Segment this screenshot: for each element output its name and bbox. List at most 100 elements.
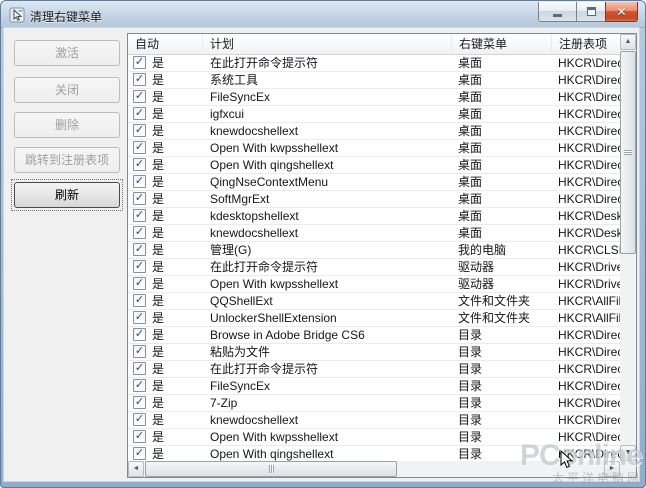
table-row[interactable]: ✓ 是 SoftMgrExt 桌面 HKCR\Direct — [128, 191, 620, 208]
scroll-right-button[interactable]: ► — [604, 461, 620, 477]
registry-cell: HKCR\Direct — [558, 90, 620, 104]
checkbox[interactable]: ✓ — [133, 226, 146, 239]
checkbox[interactable]: ✓ — [133, 124, 146, 137]
table-row[interactable]: ✓ 是 QQShellExt 文件和文件夹 HKCR\AllFiles — [128, 293, 620, 310]
context-menu-cell: 桌面 — [458, 141, 483, 155]
plan-cell: Browse in Adobe Bridge CS6 — [210, 328, 365, 342]
close-item-button[interactable]: 关闭 — [14, 77, 120, 103]
registry-cell: HKCR\CLSID\ — [558, 243, 620, 257]
app-window: 清理右键菜单 ✕ 激活 关闭 删除 跳转到注册表项 刷新 自动 计划 右键菜单 — [0, 0, 646, 488]
context-menu-cell: 目录 — [458, 328, 483, 342]
table-row[interactable]: ✓ 是 knewdocshellext 目录 HKCR\Direct — [128, 412, 620, 429]
table-row[interactable]: ✓ 是 粘贴为文件 目录 HKCR\Direct — [128, 344, 620, 361]
table-row[interactable]: ✓ 是 QingNseContextMenu 桌面 HKCR\Direct — [128, 174, 620, 191]
refresh-button[interactable]: 刷新 — [11, 179, 123, 211]
context-menu-cell: 文件和文件夹 — [458, 311, 531, 325]
checkbox[interactable]: ✓ — [133, 73, 146, 86]
table-row[interactable]: ✓ 是 系统工具 桌面 HKCR\Direct — [128, 72, 620, 89]
auto-cell: 是 — [152, 328, 165, 342]
context-menu-cell: 桌面 — [458, 124, 483, 138]
checkbox[interactable]: ✓ — [133, 396, 146, 409]
checkbox[interactable]: ✓ — [133, 345, 146, 358]
minimize-icon — [553, 14, 562, 17]
scroll-left-button[interactable]: ◄ — [128, 461, 144, 477]
context-menu-cell: 驱动器 — [458, 260, 495, 274]
table-row[interactable]: ✓ 是 kdesktopshellext 桌面 HKCR\Deskto — [128, 208, 620, 225]
context-menu-cell: 目录 — [458, 430, 483, 444]
table-row[interactable]: ✓ 是 FileSyncEx 桌面 HKCR\Direct — [128, 89, 620, 106]
checkbox[interactable]: ✓ — [133, 209, 146, 222]
minimize-button[interactable] — [538, 2, 577, 22]
table-row[interactable]: ✓ 是 Open With kwpsshellext 目录 HKCR\Direc… — [128, 429, 620, 446]
table-row[interactable]: ✓ 是 7-Zip 目录 HKCR\Direct — [128, 395, 620, 412]
plan-cell: igfxcui — [210, 107, 245, 121]
checkbox[interactable]: ✓ — [133, 447, 146, 460]
horizontal-scroll-thumb[interactable] — [145, 461, 397, 477]
auto-cell: 是 — [152, 294, 165, 308]
vertical-scrollbar[interactable]: ▲ ▼ — [620, 34, 636, 461]
registry-cell: HKCR\Direct — [558, 175, 620, 189]
checkbox[interactable]: ✓ — [133, 90, 146, 103]
context-menu-cell: 桌面 — [458, 107, 483, 121]
scroll-up-button[interactable]: ▲ — [620, 34, 636, 50]
close-button[interactable]: ✕ — [605, 2, 638, 22]
table-row[interactable]: ✓ 是 Open With kwpsshellext 桌面 HKCR\Direc… — [128, 140, 620, 157]
header-context-menu[interactable]: 右键菜单 — [452, 34, 552, 55]
vertical-scroll-thumb[interactable] — [620, 51, 636, 254]
table-row[interactable]: ✓ 是 Open With qingshellext 桌面 HKCR\Direc… — [128, 157, 620, 174]
scroll-down-button[interactable]: ▼ — [620, 445, 636, 461]
table-row[interactable]: ✓ 是 igfxcui 桌面 HKCR\Direct — [128, 106, 620, 123]
checkbox[interactable]: ✓ — [133, 311, 146, 324]
context-menu-cell: 桌面 — [458, 158, 483, 172]
checkbox[interactable]: ✓ — [133, 379, 146, 392]
registry-cell: HKCR\Direct — [558, 447, 620, 461]
table-row[interactable]: ✓ 是 knewdocshellext 桌面 HKCR\Direct — [128, 123, 620, 140]
checkbox[interactable]: ✓ — [133, 141, 146, 154]
activate-button[interactable]: 激活 — [14, 40, 120, 66]
header-auto[interactable]: 自动 — [128, 34, 203, 55]
header-registry[interactable]: 注册表项 — [552, 34, 620, 55]
checkbox[interactable]: ✓ — [133, 260, 146, 273]
checkbox[interactable]: ✓ — [133, 413, 146, 426]
table-row[interactable]: ✓ 是 在此打开命令提示符 驱动器 HKCR\Drive\ — [128, 259, 620, 276]
registry-cell: HKCR\Direct — [558, 413, 620, 427]
auto-cell: 是 — [152, 447, 165, 461]
auto-cell: 是 — [152, 345, 165, 359]
registry-cell: HKCR\Direct — [558, 73, 620, 87]
context-menu-cell: 桌面 — [458, 192, 483, 206]
checkbox[interactable]: ✓ — [133, 243, 146, 256]
maximize-button[interactable] — [576, 2, 606, 22]
checkbox[interactable]: ✓ — [133, 362, 146, 375]
checkbox[interactable]: ✓ — [133, 277, 146, 290]
checkbox[interactable]: ✓ — [133, 430, 146, 443]
checkbox[interactable]: ✓ — [133, 192, 146, 205]
arrow-left-icon: ◄ — [132, 465, 140, 472]
table-row[interactable]: ✓ 是 在此打开命令提示符 目录 HKCR\Direct — [128, 361, 620, 378]
table-row[interactable]: ✓ 是 FileSyncEx 目录 HKCR\Direct — [128, 378, 620, 395]
delete-button[interactable]: 删除 — [14, 112, 120, 138]
table-row[interactable]: ✓ 是 Open With kwpsshellext 驱动器 HKCR\Driv… — [128, 276, 620, 293]
checkbox[interactable]: ✓ — [133, 107, 146, 120]
checkbox[interactable]: ✓ — [133, 158, 146, 171]
checkbox[interactable]: ✓ — [133, 294, 146, 307]
checkbox[interactable]: ✓ — [133, 175, 146, 188]
header-plan[interactable]: 计划 — [203, 34, 452, 55]
table-row[interactable]: ✓ 是 knewdocshellext 桌面 HKCR\Deskto — [128, 225, 620, 242]
context-menu-cell: 目录 — [458, 379, 483, 393]
table-row[interactable]: ✓ 是 UnlockerShellExtension 文件和文件夹 HKCR\A… — [128, 310, 620, 327]
checkbox[interactable]: ✓ — [133, 56, 146, 69]
context-menu-cell: 桌面 — [458, 175, 483, 189]
plan-cell: knewdocshellext — [210, 413, 299, 427]
auto-cell: 是 — [152, 260, 165, 274]
jump-to-registry-button[interactable]: 跳转到注册表项 — [14, 147, 120, 173]
checkbox[interactable]: ✓ — [133, 328, 146, 341]
registry-cell: HKCR\Direct — [558, 396, 620, 410]
plan-cell: 在此打开命令提示符 — [210, 56, 319, 70]
registry-cell: HKCR\Direct — [558, 124, 620, 138]
titlebar[interactable]: 清理右键菜单 ✕ — [1, 1, 645, 28]
table-row[interactable]: ✓ 是 管理(G) 我的电脑 HKCR\CLSID\ — [128, 242, 620, 259]
table-row[interactable]: ✓ 是 在此打开命令提示符 桌面 HKCR\Direct — [128, 55, 620, 72]
horizontal-scrollbar[interactable]: ◄ ► — [128, 461, 620, 477]
table-row[interactable]: ✓ 是 Open With qingshellext 目录 HKCR\Direc… — [128, 446, 620, 461]
table-row[interactable]: ✓ 是 Browse in Adobe Bridge CS6 目录 HKCR\D… — [128, 327, 620, 344]
